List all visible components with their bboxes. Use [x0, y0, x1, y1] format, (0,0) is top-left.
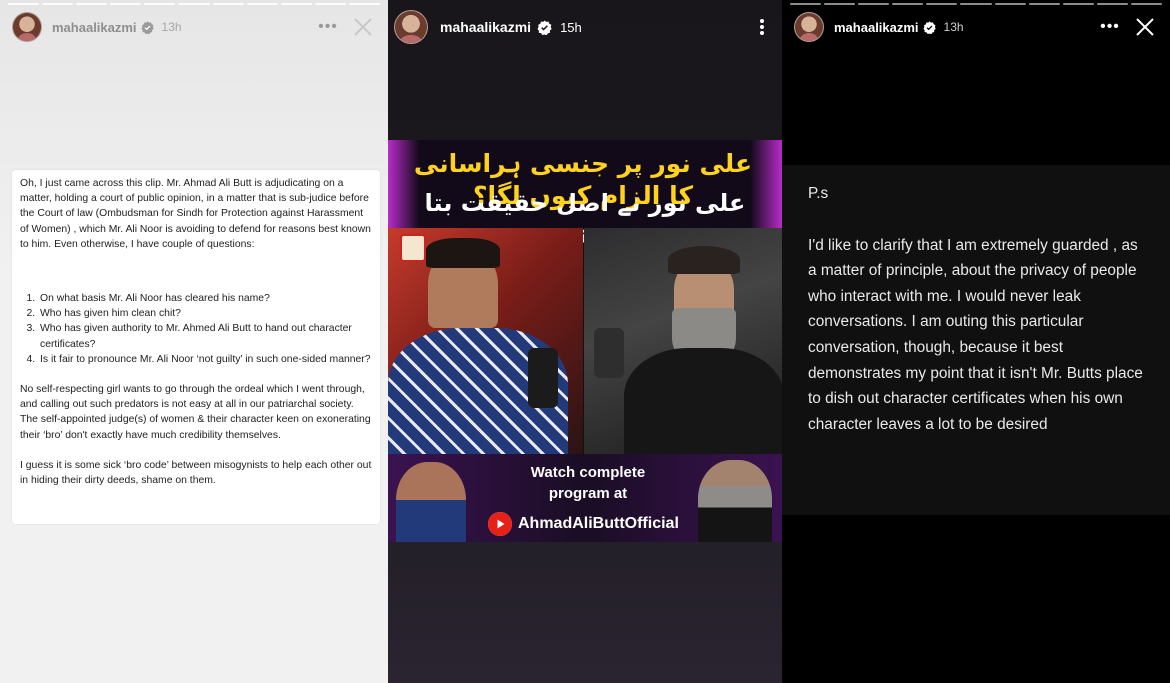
- post-time: 15h: [560, 19, 582, 35]
- youtube-play-icon: [488, 512, 512, 536]
- watch-caption-line: program at: [548, 485, 628, 502]
- ps-label: P.s: [808, 185, 829, 202]
- more-options-icon[interactable]: •••: [316, 15, 340, 39]
- close-icon[interactable]: [1132, 14, 1158, 40]
- question-item: Who has given authority to Mr. Ahmed Ali…: [38, 321, 372, 351]
- username[interactable]: mahaalikazmi: [440, 19, 531, 35]
- vertical-more-icon[interactable]: [752, 15, 772, 39]
- verified-badge-icon: [537, 19, 552, 35]
- thumbnail-title-bar: علی نور پر جنسی ہراسانی کا الزام کیوں لگ…: [388, 140, 782, 247]
- verified-badge-icon: [922, 20, 936, 34]
- note-paragraph: No self-respecting girl wants to go thro…: [20, 384, 371, 441]
- channel-link[interactable]: AhmadAliButtOfficial: [488, 512, 679, 536]
- story-progress-bar: [790, 3, 1163, 5]
- story-panel-right: mahaalikazmi 13h ••• P.s I'd like to cla…: [782, 0, 1170, 683]
- note-body: I'd like to clarify that I am extremely …: [808, 236, 1143, 433]
- text-note: P.s I'd like to clarify that I am extrem…: [782, 165, 1170, 515]
- channel-name: AhmadAliButtOfficial: [518, 515, 679, 532]
- show-logo-icon: [400, 234, 426, 262]
- watch-caption: Watch complete program at: [488, 462, 688, 504]
- username[interactable]: mahaalikazmi: [834, 20, 919, 35]
- question-item: Who has given him clean chit?: [38, 306, 372, 321]
- question-item: On what basis Mr. Ali Noor has cleared h…: [38, 291, 372, 306]
- verified-badge-icon: [140, 20, 154, 34]
- question-list: On what basis Mr. Ali Noor has cleared h…: [38, 291, 372, 367]
- note-paragraph: I guess it is some sick ‘bro code’ betwe…: [20, 459, 372, 487]
- story-progress-bar: [8, 3, 381, 5]
- story-panel-left: mahaalikazmi 13h ••• Oh, I just came acr…: [0, 0, 388, 683]
- avatar[interactable]: [794, 12, 824, 42]
- close-icon[interactable]: [350, 14, 376, 40]
- watch-caption-line: Watch complete: [530, 464, 646, 481]
- thumbnail-footer: Watch complete program at AhmadAliButtOf…: [388, 454, 782, 542]
- video-thumbnail[interactable]: علی نور پر جنسی ہراسانی کا الزام کیوں لگ…: [388, 140, 782, 542]
- username[interactable]: mahaalikazmi: [52, 20, 137, 35]
- more-options-icon[interactable]: •••: [1098, 15, 1122, 39]
- note-card: Oh, I just came across this clip. Mr. Ah…: [12, 170, 380, 524]
- avatar[interactable]: [12, 12, 42, 42]
- post-time: 13h: [943, 20, 964, 34]
- note-intro: Oh, I just came across this clip. Mr. Ah…: [20, 178, 371, 250]
- guest-video-frame: [584, 228, 782, 454]
- story-header: mahaalikazmi 13h •••: [794, 10, 1158, 44]
- story-header: mahaalikazmi 15h: [394, 10, 772, 44]
- story-panel-middle: mahaalikazmi 15h علی نور پر جنسی ہراسانی…: [388, 0, 782, 683]
- post-time: 13h: [161, 20, 182, 34]
- avatar[interactable]: [394, 10, 428, 44]
- question-item: Is it fair to pronounce Mr. Ali Noor ‘no…: [38, 352, 372, 367]
- story-header: mahaalikazmi 13h •••: [12, 10, 376, 44]
